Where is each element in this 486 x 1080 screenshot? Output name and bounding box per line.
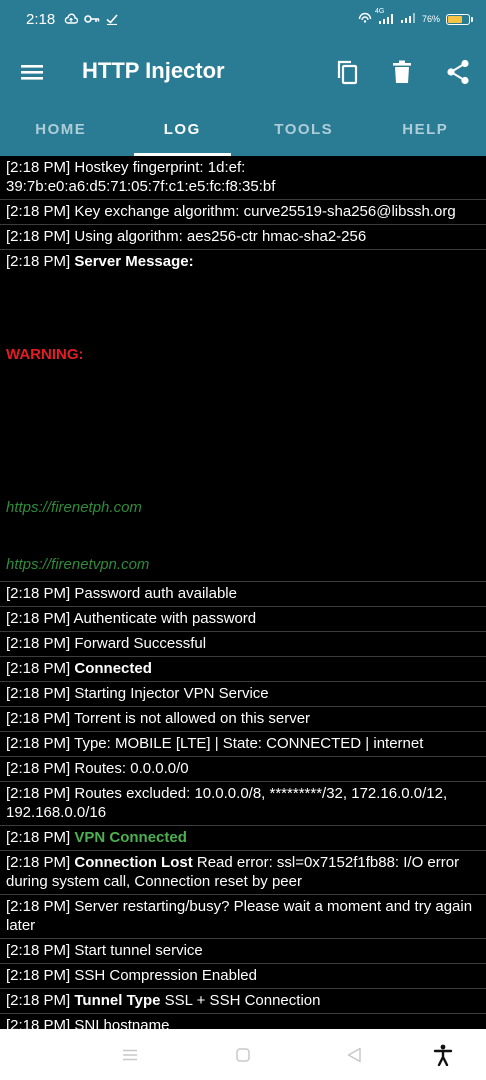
log-entry: [2:18 PM] Forward Successful (0, 632, 486, 657)
signal-4g-icon: 4G (375, 8, 394, 25)
link-firenetph[interactable]: https://firenetph.com (0, 499, 486, 516)
share-button[interactable] (440, 54, 476, 90)
recents-button[interactable] (118, 1043, 142, 1067)
link-firenetvpn[interactable]: https://firenetvpn.com (0, 556, 486, 573)
system-nav-bar (0, 1029, 486, 1080)
log-entry: [2:18 PM] Server restarting/busy? Please… (0, 895, 486, 939)
back-icon (347, 1047, 361, 1063)
tab-tools[interactable]: TOOLS (243, 104, 365, 156)
signal-icon (400, 12, 416, 26)
log-entry: [2:18 PM] Authenticate with password (0, 607, 486, 632)
accessibility-button[interactable] (431, 1043, 455, 1067)
app-bar: HTTP Injector (0, 40, 486, 104)
log-entry: [2:18 PM] Password auth available (0, 582, 486, 607)
log-entry: [2:18 PM] Using algorithm: aes256-ctr hm… (0, 225, 486, 250)
check-icon (106, 13, 118, 25)
copy-button[interactable] (329, 54, 365, 90)
log-entry: [2:18 PM] Torrent is not allowed on this… (0, 707, 486, 732)
battery-level (448, 15, 463, 23)
log-entry: [2:18 PM] Connected (0, 657, 486, 682)
delete-button[interactable] (384, 54, 420, 90)
battery-percent: 76% (421, 14, 440, 24)
copy-icon (337, 60, 358, 85)
home-icon (236, 1048, 250, 1062)
log-entry: [2:18 PM] SSH Compression Enabled (0, 964, 486, 989)
tab-home[interactable]: HOME (0, 104, 122, 156)
log-entry: [2:18 PM] Hostkey fingerprint: 1d:ef: 39… (0, 156, 486, 200)
hotspot-icon (358, 12, 372, 26)
log-entry: [2:18 PM] Tunnel Type SSL + SSH Connecti… (0, 989, 486, 1014)
log-entry: [2:18 PM] Connection Lost Read error: ss… (0, 851, 486, 895)
delete-icon (393, 60, 411, 83)
log-entry: [2:18 PM] Type: MOBILE [LTE] | State: CO… (0, 732, 486, 757)
status-time: 2:18 (26, 11, 56, 28)
cloud-upload-icon (64, 13, 78, 25)
log-entry: [2:18 PM] Routes excluded: 10.0.0.0/8, *… (0, 782, 486, 826)
log-entry: [2:18 PM] SNI hostname (0, 1014, 486, 1029)
tab-help[interactable]: HELP (365, 104, 486, 156)
home-button[interactable] (231, 1043, 255, 1067)
server-message-entry: [2:18 PM] Server Message: WARNING: https… (0, 250, 486, 582)
log-list[interactable]: [2:18 PM] Hostkey fingerprint: 1d:ef: 39… (0, 156, 486, 1029)
hamburger-menu-icon (21, 65, 43, 80)
status-bar: 2:18 4G 76% (0, 0, 486, 40)
battery-icon (446, 13, 473, 25)
recents-icon (123, 1049, 137, 1061)
log-entry: [2:18 PM] Start tunnel service (0, 939, 486, 964)
accessibility-icon (433, 1044, 453, 1066)
key-icon (84, 13, 100, 25)
log-entry: [2:18 PM] Starting Injector VPN Service (0, 682, 486, 707)
warning-text: WARNING: (6, 346, 84, 363)
back-button[interactable] (342, 1043, 366, 1067)
log-entry: [2:18 PM] Key exchange algorithm: curve2… (0, 200, 486, 225)
menu-button[interactable] (16, 56, 48, 88)
tab-log[interactable]: LOG (122, 104, 244, 156)
share-icon (447, 59, 469, 85)
log-entry: [2:18 PM] VPN Connected (0, 826, 486, 851)
log-entry: [2:18 PM] Routes: 0.0.0.0/0 (0, 757, 486, 782)
app-title: HTTP Injector (82, 58, 225, 83)
tab-bar: HOME LOG TOOLS HELP (0, 104, 486, 156)
